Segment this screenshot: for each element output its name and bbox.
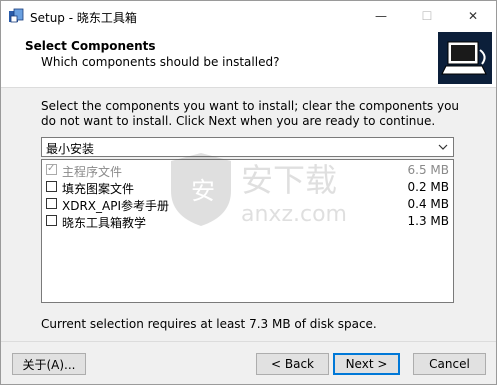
back-button[interactable]: < Back [256, 353, 329, 375]
next-button[interactable]: Next > [333, 353, 400, 375]
setup-window: Setup - 晓东工具箱 — ☐ ✕ Select Components Wh… [0, 0, 497, 385]
component-row-api-manual: XDRX_API参考手册 0.4 MB [42, 196, 453, 213]
title-bar[interactable]: Setup - 晓东工具箱 — ☐ ✕ [1, 1, 496, 31]
setup-app-icon [9, 8, 24, 23]
maximize-button[interactable]: ☐ [404, 1, 450, 31]
cancel-button[interactable]: Cancel [413, 353, 486, 375]
chevron-down-icon [438, 144, 448, 150]
page-subtitle: Which components should be installed? [41, 55, 280, 69]
component-checkbox-api-manual[interactable] [46, 198, 57, 209]
wizard-computer-icon [438, 32, 492, 84]
footer-divider [1, 341, 496, 342]
component-label: 晓东工具箱教学 [62, 216, 147, 230]
component-row-tutorial: 晓东工具箱教学 1.3 MB [42, 213, 453, 230]
component-label: XDRX_API参考手册 [62, 199, 170, 213]
component-size: 6.5 MB [407, 163, 449, 177]
instructions-text: Select the components you want to instal… [41, 99, 460, 128]
component-checkbox-main[interactable]: ✓ [46, 163, 57, 175]
install-type-select[interactable]: 最小安装 [41, 137, 454, 157]
window-title: Setup - 晓东工具箱 [30, 11, 137, 25]
components-list[interactable]: ✓ 主程序文件 6.5 MB 填充图案文件 0.2 MB XDRX_API参考手… [41, 159, 454, 303]
component-label: 填充图案文件 [62, 182, 135, 196]
component-size: 0.4 MB [407, 197, 449, 211]
component-checkbox-patterns[interactable] [46, 181, 57, 192]
page-title: Select Components [25, 39, 156, 53]
component-row-main: ✓ 主程序文件 6.5 MB [42, 162, 453, 179]
component-checkbox-tutorial[interactable] [46, 215, 57, 226]
wizard-header: Select Components Which components shoul… [1, 31, 496, 88]
checkmark-icon: ✓ [47, 163, 56, 174]
minimize-button[interactable]: — [358, 1, 404, 31]
component-size: 1.3 MB [407, 214, 449, 228]
disk-space-text: Current selection requires at least 7.3 … [41, 317, 377, 331]
component-row-patterns: 填充图案文件 0.2 MB [42, 179, 453, 196]
close-button[interactable]: ✕ [450, 1, 496, 31]
install-type-value: 最小安装 [46, 142, 95, 156]
about-button[interactable]: 关于(A)... [12, 353, 86, 375]
component-size: 0.2 MB [407, 180, 449, 194]
component-label: 主程序文件 [62, 165, 123, 179]
